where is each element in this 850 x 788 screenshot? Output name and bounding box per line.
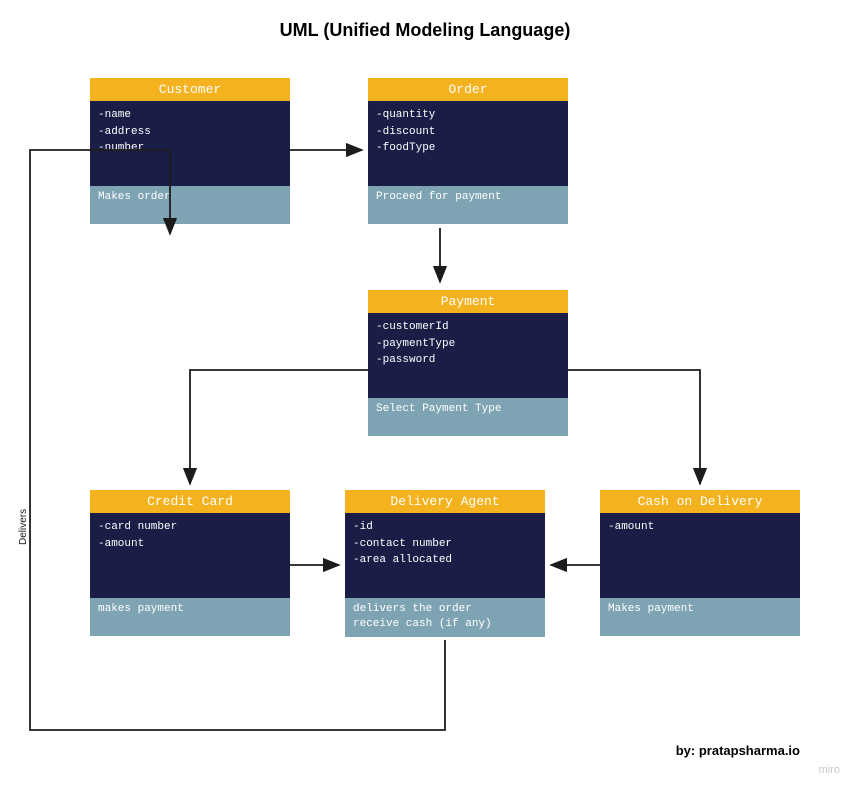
uml-class-payment: Payment -customerId -paymentType -passwo…	[368, 290, 568, 436]
class-attributes: -id -contact number -area allocated	[345, 513, 545, 598]
class-methods: makes payment	[90, 598, 290, 636]
class-attributes: -customerId -paymentType -password	[368, 313, 568, 398]
uml-class-delivery-agent: Delivery Agent -id -contact number -area…	[345, 490, 545, 637]
class-title: Payment	[368, 290, 568, 313]
class-attributes: -card number -amount	[90, 513, 290, 598]
class-title: Credit Card	[90, 490, 290, 513]
class-attributes: -quantity -discount -foodType	[368, 101, 568, 186]
class-title: Cash on Delivery	[600, 490, 800, 513]
edge-label-delivers: Delivers	[18, 509, 29, 545]
arrow-delivery-to-customer	[30, 150, 445, 730]
class-methods: Select Payment Type	[368, 398, 568, 436]
arrow-payment-to-cod	[568, 370, 700, 484]
class-title: Customer	[90, 78, 290, 101]
diagram-title: UML (Unified Modeling Language)	[0, 20, 850, 41]
class-methods: Makes order	[90, 186, 290, 224]
class-methods: Makes payment	[600, 598, 800, 636]
class-methods: delivers the order receive cash (if any)	[345, 598, 545, 637]
uml-class-cash-on-delivery: Cash on Delivery -amount Makes payment	[600, 490, 800, 636]
uml-class-order: Order -quantity -discount -foodType Proc…	[368, 78, 568, 224]
miro-watermark: miro	[819, 764, 840, 776]
class-methods: Proceed for payment	[368, 186, 568, 224]
uml-class-customer: Customer -name -address -number Makes or…	[90, 78, 290, 224]
arrow-payment-to-creditcard	[190, 370, 368, 484]
class-attributes: -name -address -number	[90, 101, 290, 186]
uml-class-credit-card: Credit Card -card number -amount makes p…	[90, 490, 290, 636]
attribution-label: by: pratapsharma.io	[676, 743, 800, 758]
class-title: Delivery Agent	[345, 490, 545, 513]
class-title: Order	[368, 78, 568, 101]
class-attributes: -amount	[600, 513, 800, 598]
